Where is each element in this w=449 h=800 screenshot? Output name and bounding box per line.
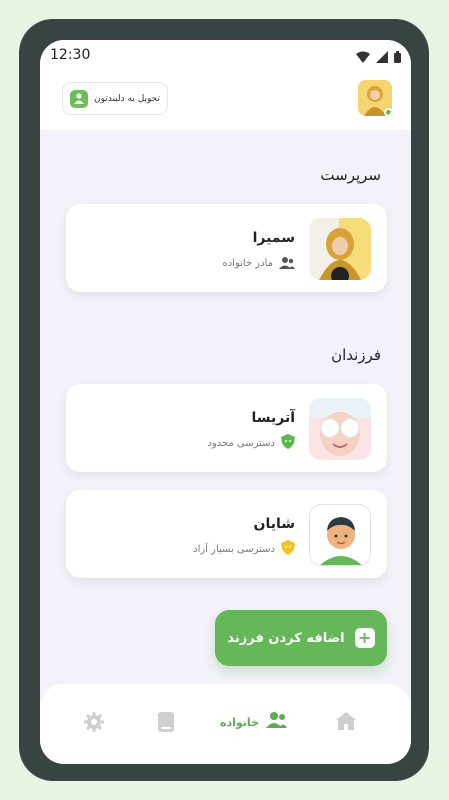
nav-device[interactable] (158, 712, 174, 736)
guardian-role-row: مادر خانواده (222, 254, 295, 273)
plus-icon: + (354, 628, 375, 648)
gear-icon (84, 712, 104, 736)
child-access-row: دسترسی محدود (207, 434, 295, 453)
child-card[interactable]: شایان دسترسی بسیار آزاد (66, 490, 387, 578)
child-access: دسترسی بسیار آزاد (193, 544, 275, 555)
guardian-role: مادر خانواده (222, 258, 273, 269)
delivery-label: تحویل به دلبندتون (93, 93, 160, 104)
child-access-row: دسترسی بسیار آزاد (193, 540, 295, 559)
delivery-button[interactable]: تحویل به دلبندتون (62, 82, 168, 115)
guardian-avatar (309, 218, 371, 280)
shield-icon (281, 434, 295, 453)
bottom-navigation: خانواده (40, 684, 411, 764)
add-child-label: اضافه کردن فرزند (227, 630, 345, 646)
add-child-button[interactable]: + اضافه کردن فرزند (215, 610, 387, 666)
wifi-icon (356, 48, 370, 67)
battery-icon (394, 48, 401, 67)
child-name: شایان (253, 516, 296, 532)
home-icon (336, 712, 356, 734)
child-card[interactable]: آتریسا دسترسی محدود (66, 384, 387, 472)
children-section-title: فرزندان (331, 346, 381, 364)
device-icon (158, 712, 174, 736)
nav-home[interactable] (336, 712, 356, 734)
guardian-name: سمیرا (252, 230, 295, 246)
user-icon (70, 89, 88, 108)
nav-family[interactable]: خانواده (220, 712, 287, 732)
users-icon (265, 712, 287, 732)
status-bar: 12:30 (40, 40, 411, 70)
app-header: تحویل به دلبندتون (40, 70, 411, 130)
guardian-section-title: سرپرست (320, 166, 381, 184)
status-time: 12:30 (50, 47, 91, 63)
nav-family-label: خانواده (220, 715, 259, 729)
users-icon (279, 254, 295, 273)
shield-icon (281, 540, 295, 559)
guardian-card[interactable]: سمیرا مادر خانواده (66, 204, 387, 292)
signal-icon (376, 48, 388, 67)
phone-screen: 12:30 تحویل به دلبندتون سرپرست سمیرا ماد… (40, 40, 411, 764)
child-name: آتریسا (251, 410, 295, 426)
child-avatar (309, 504, 371, 566)
nav-settings[interactable] (84, 712, 104, 736)
status-icons (356, 48, 401, 67)
child-avatar (309, 398, 371, 460)
online-indicator (384, 108, 392, 116)
profile-avatar[interactable] (358, 80, 392, 116)
child-access: دسترسی محدود (207, 438, 275, 449)
